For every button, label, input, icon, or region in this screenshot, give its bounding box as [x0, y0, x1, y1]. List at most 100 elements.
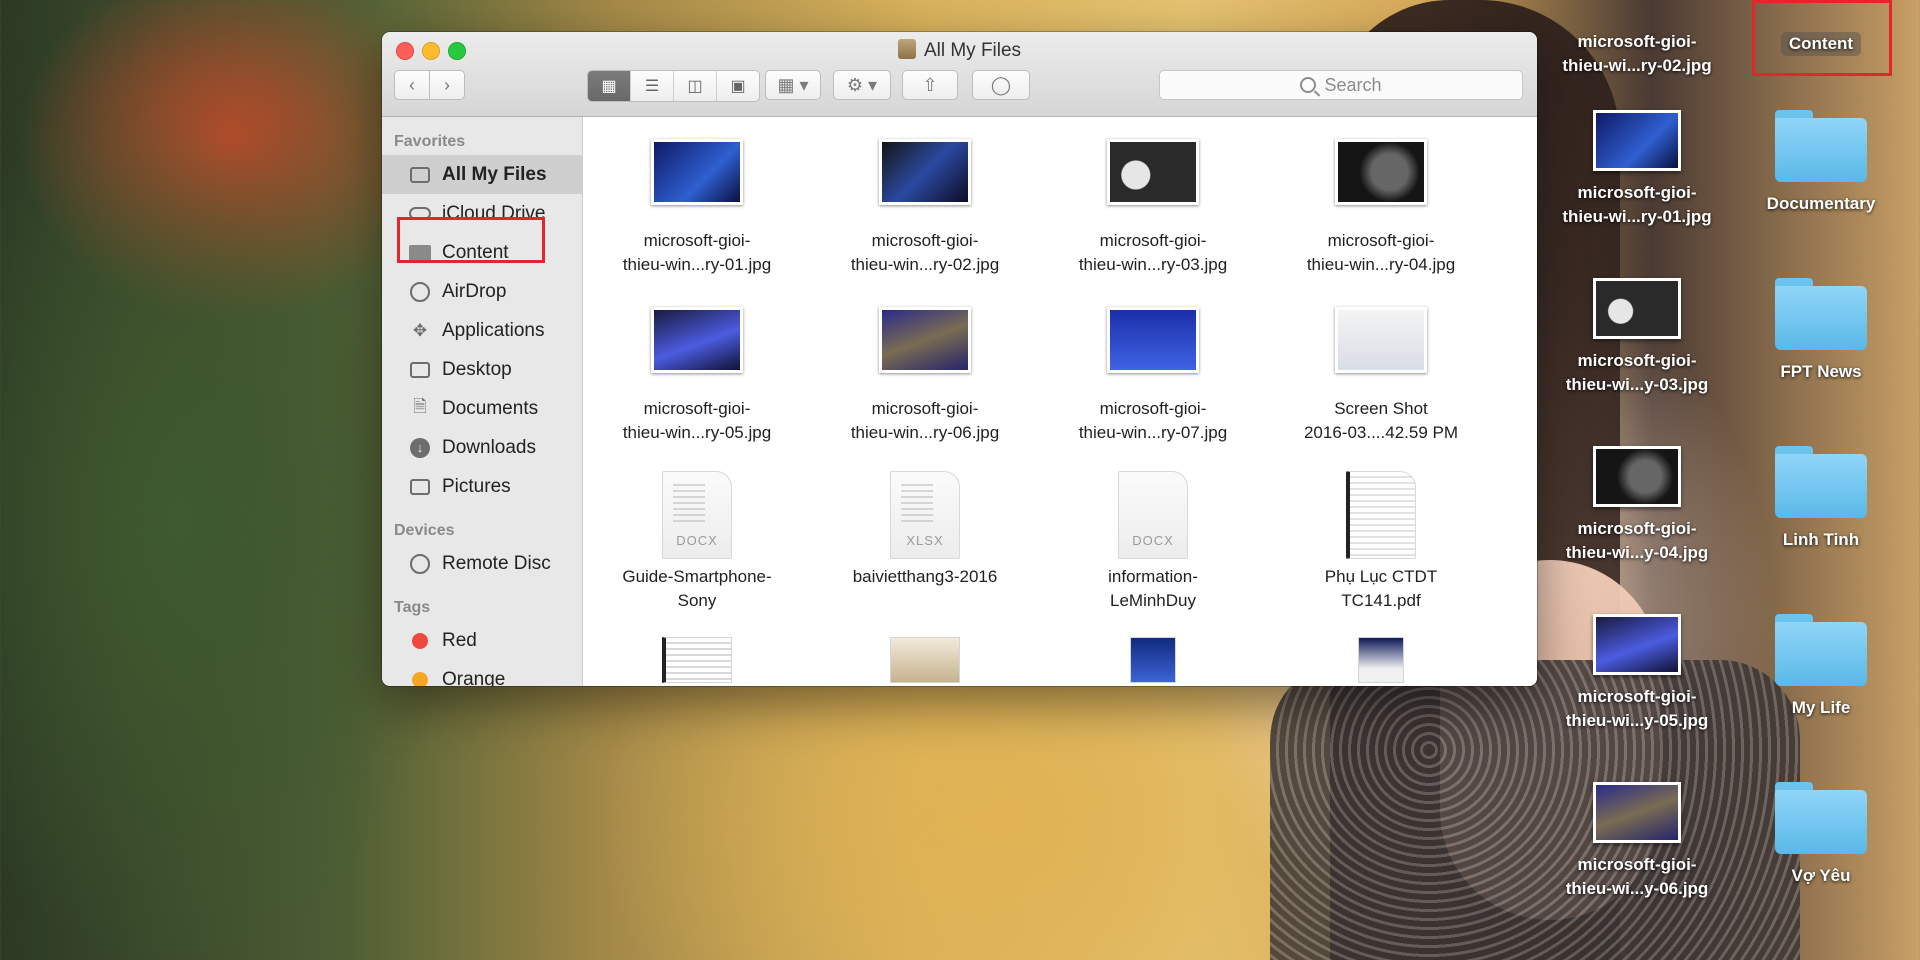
sidebar-item-tag-red[interactable]: Red — [382, 621, 582, 660]
folder-icon — [1775, 110, 1867, 182]
sidebar-item-label: Remote Disc — [442, 552, 551, 574]
file-item[interactable]: XLSX baivietthang3-2016 — [811, 471, 1039, 639]
desktop-folder-linh-tinh[interactable]: Linh Tinh — [1716, 446, 1920, 552]
back-button[interactable]: ‹ — [394, 70, 430, 100]
desktop-image-label: microsoft-gioi- — [1577, 183, 1697, 202]
desktop-image-06[interactable]: microsoft-gioi-thieu-wi...y-06.jpg — [1532, 782, 1742, 901]
file-item[interactable]: microsoft-gioi-thieu-win...ry-05.jpg — [583, 303, 811, 471]
action-button[interactable]: ⚙ ▾ — [833, 70, 891, 100]
window-title-text: All My Files — [923, 40, 1022, 61]
search-placeholder: Search — [1324, 74, 1382, 95]
folder-icon — [1775, 446, 1867, 518]
sidebar-item-tag-orange[interactable]: Orange — [382, 660, 582, 686]
icon-view-button[interactable]: ▦ — [588, 71, 631, 101]
pdf-file-icon — [1346, 471, 1416, 559]
desktop-folder-label: My Life — [1791, 698, 1851, 717]
docx-file-icon: DOCX — [1118, 471, 1188, 559]
desktop-folder-label: Documentary — [1766, 194, 1876, 213]
edit-tags-button[interactable]: ◯ — [972, 70, 1030, 100]
sidebar-item-documents[interactable]: 🗎 Documents — [382, 389, 582, 428]
file-item[interactable]: microsoft-gioi-thieu-win...ry-03.jpg — [1039, 135, 1267, 303]
desktop-image-thumbnail — [1593, 614, 1681, 675]
desktop-image-05[interactable]: microsoft-gioi-thieu-wi...y-05.jpg — [1532, 614, 1742, 733]
file-item[interactable]: microsoft-gioi-thieu-win...ry-02.jpg — [811, 135, 1039, 303]
sidebar-item-applications[interactable]: ✥ Applications — [382, 311, 582, 350]
desktop-image-thumbnail — [1593, 110, 1681, 171]
file-name: information- LeMinhDuy — [1108, 567, 1198, 610]
file-item[interactable]: Phụ Lục CTDT TC141.pdf — [1267, 471, 1495, 639]
sidebar-item-pictures[interactable]: Pictures — [382, 467, 582, 506]
image-thumbnail — [1130, 637, 1176, 683]
file-item[interactable]: microsoft-gioi-thieu-win...ry-04.jpg — [1267, 135, 1495, 303]
image-thumbnail — [879, 307, 971, 373]
sidebar-item-downloads[interactable]: ↓ Downloads — [382, 428, 582, 467]
list-view-button[interactable]: ☰ — [631, 71, 674, 101]
desktop-folder-vo-yeu[interactable]: Vợ Yêu — [1716, 782, 1920, 888]
desktop-icon — [408, 360, 432, 380]
desktop-folder-label: FPT News — [1780, 362, 1862, 381]
cover-flow-view-button[interactable]: ▣ — [717, 71, 759, 101]
sidebar-item-label: Documents — [442, 397, 539, 419]
desktop-image-label: thieu-wi...y-05.jpg — [1565, 711, 1709, 730]
image-thumbnail — [1358, 637, 1404, 683]
folder-icon — [1775, 278, 1867, 350]
grid-arrange-icon: ▦ ▾ — [777, 74, 809, 95]
file-item-partial[interactable] — [1039, 637, 1267, 686]
desktop-image-03[interactable]: microsoft-gioi-thieu-wi...y-03.jpg — [1532, 278, 1742, 397]
desktop-image-label: microsoft-gioi- — [1577, 519, 1697, 538]
sidebar-item-desktop[interactable]: Desktop — [382, 350, 582, 389]
sidebar-content-highlight-box — [397, 217, 545, 263]
desktop-folder-documentary[interactable]: Documentary — [1716, 110, 1920, 216]
search-icon — [1300, 77, 1317, 93]
file-item[interactable]: DOCX information- LeMinhDuy — [1039, 471, 1267, 639]
gear-icon: ⚙ ▾ — [846, 74, 878, 95]
arrange-button[interactable]: ▦ ▾ — [765, 70, 821, 100]
desktop-folder-label: Vợ Yêu — [1791, 866, 1851, 885]
folder-icon — [1775, 614, 1867, 686]
sidebar-item-label: Pictures — [442, 475, 511, 497]
file-name: microsoft-gioi-thieu-win...ry-05.jpg — [622, 399, 772, 442]
share-button[interactable]: ⇧ — [902, 70, 958, 100]
sidebar-item-label: Orange — [442, 668, 506, 687]
sidebar-header-favorites: Favorites — [394, 133, 466, 150]
desktop-image-label: thieu-wi...y-06.jpg — [1565, 879, 1709, 898]
desktop-folder-fpt-news[interactable]: FPT News — [1716, 278, 1920, 384]
forward-button[interactable]: › — [429, 70, 465, 100]
sidebar-item-remote-disc[interactable]: Remote Disc — [382, 544, 582, 583]
file-name: microsoft-gioi-thieu-win...ry-07.jpg — [1078, 399, 1228, 442]
file-item[interactable]: microsoft-gioi-thieu-win...ry-06.jpg — [811, 303, 1039, 471]
desktop-image-02[interactable]: microsoft-gioi-thieu-wi...ry-02.jpg — [1532, 0, 1742, 78]
file-item-partial[interactable] — [1267, 637, 1495, 686]
file-item-partial[interactable] — [583, 637, 811, 686]
file-item[interactable]: microsoft-gioi-thieu-win...ry-07.jpg — [1039, 303, 1267, 471]
tag-icon: ◯ — [990, 74, 1012, 95]
desktop-folder-label: Linh Tinh — [1782, 530, 1860, 549]
file-grid: microsoft-gioi-thieu-win...ry-01.jpg mic… — [583, 135, 1495, 686]
file-item[interactable]: microsoft-gioi-thieu-win...ry-01.jpg — [583, 135, 811, 303]
file-item[interactable]: Screen Shot 2016-03....42.59 PM — [1267, 303, 1495, 471]
desktop-folder-my-life[interactable]: My Life — [1716, 614, 1920, 720]
file-item-partial[interactable] — [811, 637, 1039, 686]
view-mode-selector: ▦ ☰ ◫ ▣ — [587, 70, 760, 102]
image-thumbnail — [1107, 307, 1199, 373]
camera-icon — [408, 477, 432, 497]
content-folder-highlight-box — [1752, 0, 1892, 76]
sidebar-item-airdrop[interactable]: AirDrop — [382, 272, 582, 311]
file-name: microsoft-gioi-thieu-win...ry-02.jpg — [850, 231, 1000, 274]
sidebar-item-all-my-files[interactable]: All My Files — [382, 155, 582, 194]
file-name: Guide-Smartphone- Sony — [622, 567, 772, 610]
desktop-image-label: thieu-wi...y-04.jpg — [1565, 543, 1709, 562]
file-name: Screen Shot 2016-03....42.59 PM — [1303, 399, 1459, 442]
file-item[interactable]: DOCX Guide-Smartphone- Sony — [583, 471, 811, 639]
desktop-image-04[interactable]: microsoft-gioi-thieu-wi...y-04.jpg — [1532, 446, 1742, 565]
window-title: All My Files — [382, 38, 1537, 64]
document-thumbnail — [890, 637, 960, 683]
column-view-button[interactable]: ◫ — [674, 71, 717, 101]
desktop-image-01[interactable]: microsoft-gioi-thieu-wi...ry-01.jpg — [1532, 110, 1742, 229]
chevron-left-icon: ‹ — [409, 74, 415, 95]
image-thumbnail — [651, 139, 743, 205]
search-field[interactable]: Search — [1159, 70, 1523, 100]
desktop-image-label: thieu-wi...ry-02.jpg — [1562, 56, 1712, 75]
desktop-image-label: microsoft-gioi- — [1577, 32, 1697, 51]
desktop-image-thumbnail — [1593, 446, 1681, 507]
